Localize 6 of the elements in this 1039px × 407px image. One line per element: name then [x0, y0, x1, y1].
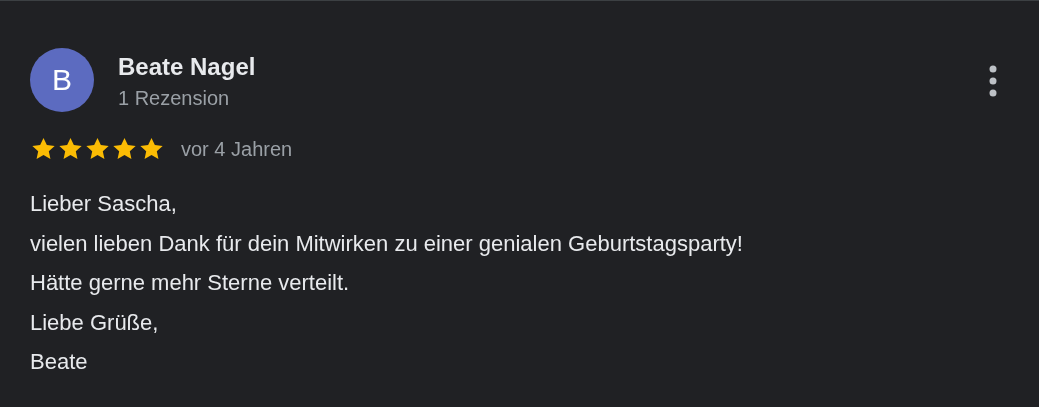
review-date: vor 4 Jahren — [181, 137, 293, 161]
review-count: 1 Rezension — [118, 86, 231, 111]
more-options-icon[interactable] — [989, 65, 997, 97]
review-text: Lieber Sascha, vielen lieben Dank für dein Mitwirken zu einer genialen Geburtstagsparty! Hätte gerne mehr Sterne verteilt. Liebe Grüße, Beate — [30, 190, 744, 376]
avatar: B — [30, 48, 94, 112]
reviewer-name[interactable]: Beate Nagel — [118, 52, 989, 82]
